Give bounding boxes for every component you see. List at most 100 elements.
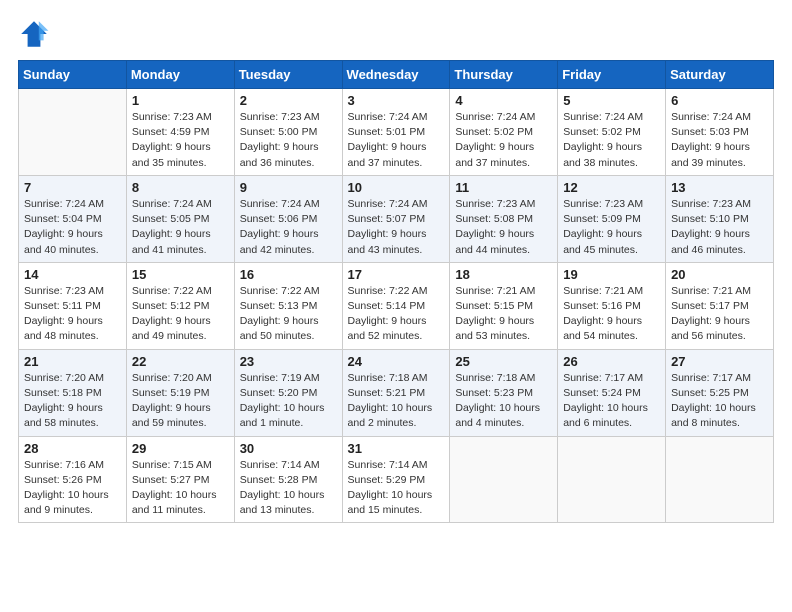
day-info: Sunrise: 7:24 AM Sunset: 5:01 PM Dayligh… [348, 110, 445, 171]
day-number: 24 [348, 354, 445, 369]
day-info: Sunrise: 7:20 AM Sunset: 5:18 PM Dayligh… [24, 371, 121, 432]
weekday-header-wednesday: Wednesday [342, 61, 450, 89]
day-info: Sunrise: 7:21 AM Sunset: 5:15 PM Dayligh… [455, 284, 552, 345]
day-info: Sunrise: 7:18 AM Sunset: 5:21 PM Dayligh… [348, 371, 445, 432]
calendar-cell: 7 Sunrise: 7:24 AM Sunset: 5:04 PM Daylig… [19, 175, 127, 262]
day-number: 10 [348, 180, 445, 195]
calendar-cell: 15Sunrise: 7:22 AM Sunset: 5:12 PM Dayli… [126, 262, 234, 349]
day-info: Sunrise: 7:24 AM Sunset: 5:02 PM Dayligh… [455, 110, 552, 171]
calendar-week-row: 1Sunrise: 7:23 AM Sunset: 4:59 PM Daylig… [19, 89, 774, 176]
calendar-cell: 16Sunrise: 7:22 AM Sunset: 5:13 PM Dayli… [234, 262, 342, 349]
day-number: 2 [240, 93, 337, 108]
calendar-cell: 20 Sunrise: 7:21 AM Sunset: 5:17 PM Dayli… [666, 262, 774, 349]
day-number: 17 [348, 267, 445, 282]
calendar-week-row: 21 Sunrise: 7:20 AM Sunset: 5:18 PM Dayli… [19, 349, 774, 436]
calendar-cell: 2 Sunrise: 7:23 AM Sunset: 5:00 PM Daylig… [234, 89, 342, 176]
day-info: Sunrise: 7:15 AM Sunset: 5:27 PM Dayligh… [132, 458, 229, 519]
calendar-week-row: 14Sunrise: 7:23 AM Sunset: 5:11 PM Dayli… [19, 262, 774, 349]
weekday-header-monday: Monday [126, 61, 234, 89]
weekday-header-friday: Friday [558, 61, 666, 89]
day-number: 5 [563, 93, 660, 108]
calendar-cell: 19 Sunrise: 7:21 AM Sunset: 5:16 PM Dayli… [558, 262, 666, 349]
day-number: 6 [671, 93, 768, 108]
day-number: 25 [455, 354, 552, 369]
weekday-header-row: SundayMondayTuesdayWednesdayThursdayFrid… [19, 61, 774, 89]
day-number: 27 [671, 354, 768, 369]
weekday-header-thursday: Thursday [450, 61, 558, 89]
day-info: Sunrise: 7:24 AM Sunset: 5:03 PM Dayligh… [671, 110, 768, 171]
logo-icon [18, 18, 50, 50]
day-info: Sunrise: 7:23 AM Sunset: 5:00 PM Dayligh… [240, 110, 337, 171]
day-number: 3 [348, 93, 445, 108]
calendar-week-row: 28 Sunrise: 7:16 AM Sunset: 5:26 PM Dayli… [19, 436, 774, 523]
day-number: 12 [563, 180, 660, 195]
calendar-cell [19, 89, 127, 176]
day-info: Sunrise: 7:21 AM Sunset: 5:16 PM Dayligh… [563, 284, 660, 345]
day-number: 21 [24, 354, 121, 369]
day-number: 28 [24, 441, 121, 456]
day-info: Sunrise: 7:21 AM Sunset: 5:17 PM Dayligh… [671, 284, 768, 345]
day-number: 18 [455, 267, 552, 282]
calendar-cell: 6 Sunrise: 7:24 AM Sunset: 5:03 PM Daylig… [666, 89, 774, 176]
day-number: 20 [671, 267, 768, 282]
day-number: 14 [24, 267, 121, 282]
calendar-cell: 23Sunrise: 7:19 AM Sunset: 5:20 PM Dayli… [234, 349, 342, 436]
day-number: 9 [240, 180, 337, 195]
day-number: 15 [132, 267, 229, 282]
day-number: 7 [24, 180, 121, 195]
calendar-cell: 17 Sunrise: 7:22 AM Sunset: 5:14 PM Dayli… [342, 262, 450, 349]
calendar-cell: 12 Sunrise: 7:23 AM Sunset: 5:09 PM Dayli… [558, 175, 666, 262]
calendar-cell: 30 Sunrise: 7:14 AM Sunset: 5:28 PM Dayli… [234, 436, 342, 523]
day-info: Sunrise: 7:24 AM Sunset: 5:04 PM Dayligh… [24, 197, 121, 258]
day-info: Sunrise: 7:24 AM Sunset: 5:06 PM Dayligh… [240, 197, 337, 258]
calendar-cell: 10 Sunrise: 7:24 AM Sunset: 5:07 PM Dayli… [342, 175, 450, 262]
day-info: Sunrise: 7:24 AM Sunset: 5:07 PM Dayligh… [348, 197, 445, 258]
day-info: Sunrise: 7:23 AM Sunset: 5:10 PM Dayligh… [671, 197, 768, 258]
calendar-body: 1Sunrise: 7:23 AM Sunset: 4:59 PM Daylig… [19, 89, 774, 523]
day-info: Sunrise: 7:24 AM Sunset: 5:05 PM Dayligh… [132, 197, 229, 258]
calendar-header: SundayMondayTuesdayWednesdayThursdayFrid… [19, 61, 774, 89]
day-number: 30 [240, 441, 337, 456]
day-number: 22 [132, 354, 229, 369]
day-info: Sunrise: 7:18 AM Sunset: 5:23 PM Dayligh… [455, 371, 552, 432]
day-number: 16 [240, 267, 337, 282]
day-info: Sunrise: 7:22 AM Sunset: 5:14 PM Dayligh… [348, 284, 445, 345]
calendar-cell: 18 Sunrise: 7:21 AM Sunset: 5:15 PM Dayli… [450, 262, 558, 349]
day-info: Sunrise: 7:23 AM Sunset: 4:59 PM Dayligh… [132, 110, 229, 171]
weekday-header-saturday: Saturday [666, 61, 774, 89]
day-info: Sunrise: 7:16 AM Sunset: 5:26 PM Dayligh… [24, 458, 121, 519]
calendar-cell: 14Sunrise: 7:23 AM Sunset: 5:11 PM Dayli… [19, 262, 127, 349]
day-info: Sunrise: 7:19 AM Sunset: 5:20 PM Dayligh… [240, 371, 337, 432]
day-number: 19 [563, 267, 660, 282]
calendar-cell: 31Sunrise: 7:14 AM Sunset: 5:29 PM Dayli… [342, 436, 450, 523]
day-number: 4 [455, 93, 552, 108]
day-info: Sunrise: 7:24 AM Sunset: 5:02 PM Dayligh… [563, 110, 660, 171]
calendar-cell: 5 Sunrise: 7:24 AM Sunset: 5:02 PM Daylig… [558, 89, 666, 176]
day-number: 13 [671, 180, 768, 195]
day-number: 26 [563, 354, 660, 369]
calendar-cell: 25 Sunrise: 7:18 AM Sunset: 5:23 PM Dayli… [450, 349, 558, 436]
day-info: Sunrise: 7:20 AM Sunset: 5:19 PM Dayligh… [132, 371, 229, 432]
calendar-cell [558, 436, 666, 523]
calendar-cell: 3 Sunrise: 7:24 AM Sunset: 5:01 PM Daylig… [342, 89, 450, 176]
calendar-cell: 1Sunrise: 7:23 AM Sunset: 4:59 PM Daylig… [126, 89, 234, 176]
day-info: Sunrise: 7:23 AM Sunset: 5:08 PM Dayligh… [455, 197, 552, 258]
day-info: Sunrise: 7:23 AM Sunset: 5:09 PM Dayligh… [563, 197, 660, 258]
day-info: Sunrise: 7:17 AM Sunset: 5:24 PM Dayligh… [563, 371, 660, 432]
day-info: Sunrise: 7:17 AM Sunset: 5:25 PM Dayligh… [671, 371, 768, 432]
day-number: 31 [348, 441, 445, 456]
calendar-cell [666, 436, 774, 523]
weekday-header-tuesday: Tuesday [234, 61, 342, 89]
calendar-cell: 28 Sunrise: 7:16 AM Sunset: 5:26 PM Dayli… [19, 436, 127, 523]
calendar-cell: 9 Sunrise: 7:24 AM Sunset: 5:06 PM Daylig… [234, 175, 342, 262]
calendar-cell: 26 Sunrise: 7:17 AM Sunset: 5:24 PM Dayli… [558, 349, 666, 436]
calendar-cell: 29 Sunrise: 7:15 AM Sunset: 5:27 PM Dayli… [126, 436, 234, 523]
weekday-header-sunday: Sunday [19, 61, 127, 89]
page: SundayMondayTuesdayWednesdayThursdayFrid… [0, 0, 792, 612]
day-number: 29 [132, 441, 229, 456]
calendar-week-row: 7 Sunrise: 7:24 AM Sunset: 5:04 PM Daylig… [19, 175, 774, 262]
day-number: 11 [455, 180, 552, 195]
header [18, 18, 774, 50]
calendar-cell: 21 Sunrise: 7:20 AM Sunset: 5:18 PM Dayli… [19, 349, 127, 436]
day-info: Sunrise: 7:14 AM Sunset: 5:28 PM Dayligh… [240, 458, 337, 519]
